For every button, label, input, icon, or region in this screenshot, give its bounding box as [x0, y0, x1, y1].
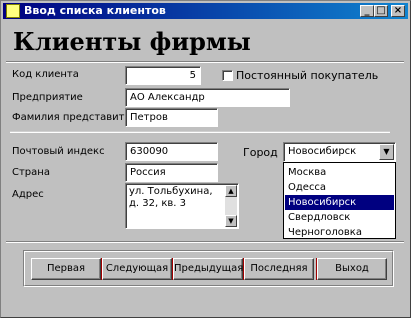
window-title: Ввод списка клиентов [24, 4, 166, 17]
address-text: ул. Тольбухина, д. 32, кв. 3 [129, 186, 213, 209]
scroll-up-icon[interactable]: ▲ [225, 185, 237, 197]
country-label: Страна [12, 167, 50, 178]
city-label: Город [243, 146, 278, 159]
regular-customer-label: Постоянный покупатель [236, 69, 379, 82]
city-option-selected[interactable]: Новосибирск [285, 195, 394, 210]
address-scrollbar[interactable]: ▲ ▼ [225, 185, 237, 227]
city-option[interactable]: Свердловск [285, 210, 394, 225]
postal-code-label: Почтовый индекс [12, 146, 105, 157]
last-record-button[interactable]: Последняя [244, 258, 314, 280]
country-field[interactable]: Россия [125, 163, 218, 182]
close-button[interactable]: × [391, 5, 405, 17]
prev-record-button[interactable]: Предыдущая [173, 258, 243, 280]
client-code-label: Код клиента [12, 69, 79, 80]
city-option[interactable]: Одесса [285, 180, 394, 195]
middle-divider [10, 131, 390, 133]
city-combobox[interactable]: Новосибирск ▼ [283, 142, 396, 162]
city-option[interactable]: Черноголовка [285, 225, 394, 240]
bottom-divider [6, 241, 404, 243]
city-selected-value: Новосибирск [288, 146, 357, 157]
company-label: Предприятие [12, 92, 83, 103]
maximize-button[interactable]: □ [374, 5, 388, 17]
scroll-down-icon[interactable]: ▼ [225, 215, 237, 227]
client-code-field[interactable]: 5 [125, 66, 201, 85]
page-title: Клиенты фирмы [13, 27, 251, 56]
regular-customer-checkbox[interactable] [222, 70, 233, 81]
address-label: Адрес [12, 189, 44, 200]
postal-code-field[interactable]: 630090 [125, 142, 218, 161]
contact-surname-label: Фамилия представителя [12, 112, 144, 123]
address-memo[interactable]: ул. Тольбухина, д. 32, кв. 3 ▲ ▼ [125, 183, 239, 229]
contact-surname-field[interactable]: Петров [125, 108, 218, 127]
top-divider [6, 61, 404, 63]
exit-button[interactable]: Выход [317, 258, 387, 280]
minimize-button[interactable]: _ [360, 5, 374, 17]
first-record-button[interactable]: Первая [31, 258, 101, 280]
company-field[interactable]: АО Александр [125, 88, 290, 107]
city-dropdown-list: Москва Одесса Новосибирск Свердловск Чер… [283, 162, 396, 239]
next-record-button[interactable]: Следующая [102, 258, 172, 280]
chevron-down-icon[interactable]: ▼ [379, 144, 394, 160]
city-option[interactable]: Москва [285, 165, 394, 180]
app-icon[interactable] [6, 4, 20, 18]
title-bar[interactable]: Ввод списка клиентов _ □ × [3, 3, 408, 19]
